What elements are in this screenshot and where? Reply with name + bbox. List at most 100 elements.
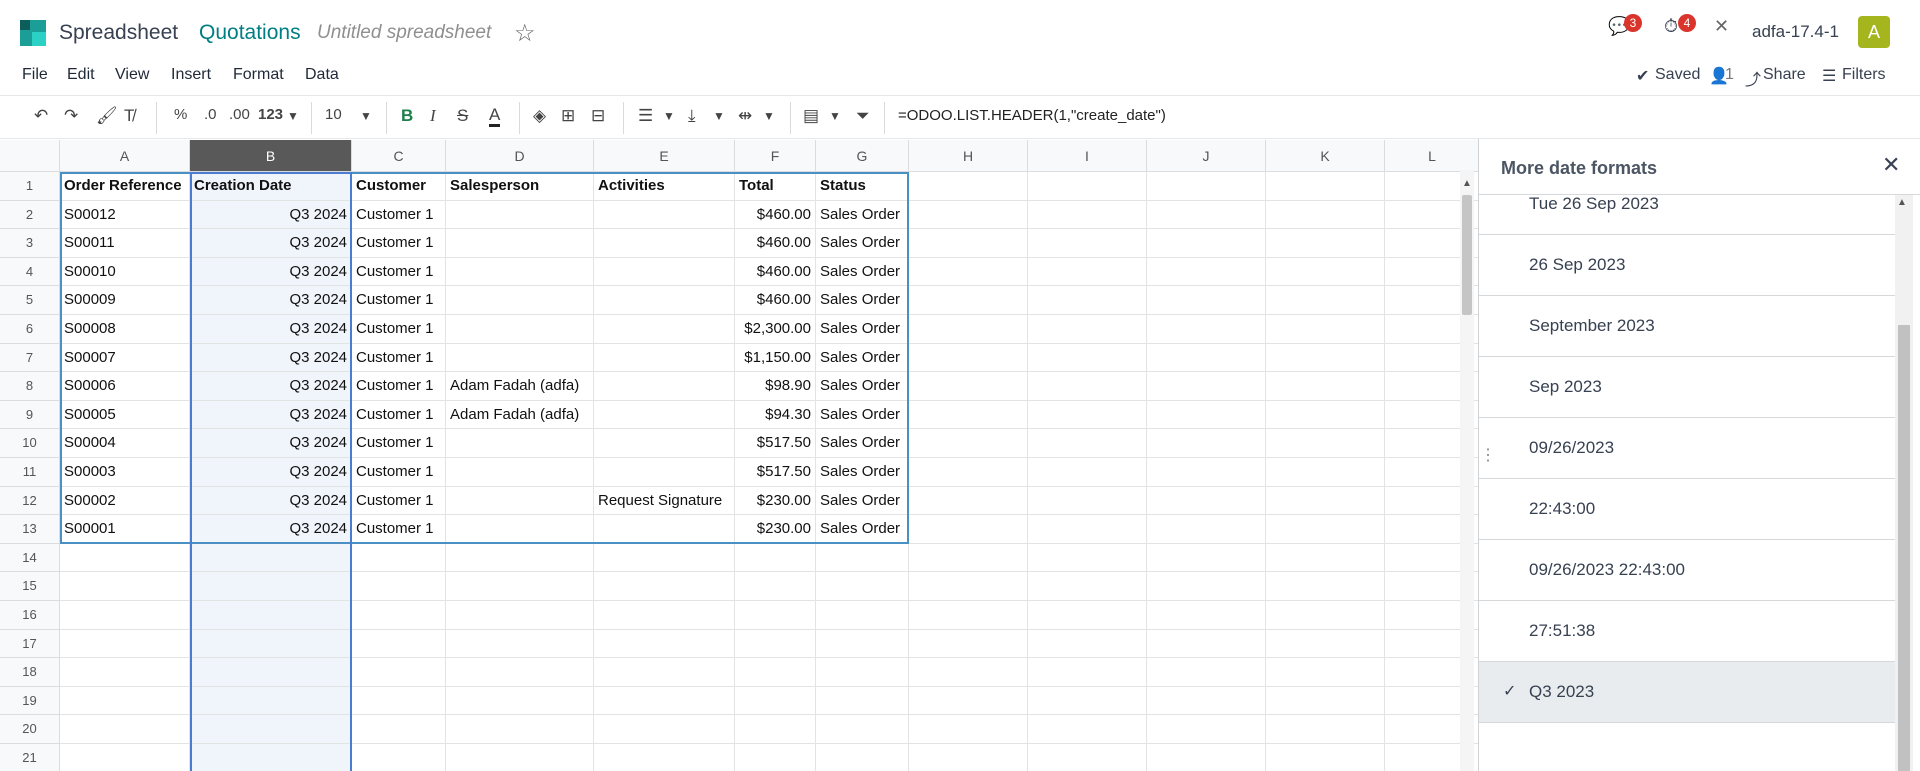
row-header[interactable]: 6 — [0, 315, 60, 344]
grid-cell[interactable] — [909, 744, 1028, 771]
date-format-option[interactable]: 09/26/2023 — [1479, 418, 1895, 479]
column-header-k[interactable]: K — [1266, 140, 1385, 172]
grid-cell[interactable] — [909, 172, 1028, 201]
grid-cell[interactable] — [1147, 515, 1266, 544]
grid-cell[interactable] — [1147, 315, 1266, 344]
row-header[interactable]: 5 — [0, 286, 60, 315]
grid-cell[interactable]: $460.00 — [735, 200, 816, 230]
grid-cell[interactable] — [1147, 257, 1266, 287]
grid-cell[interactable] — [735, 686, 816, 716]
grid-cell[interactable]: Q3 2024 — [190, 200, 352, 230]
grid-cell[interactable]: Adam Fadah (adfa) — [446, 372, 594, 401]
grid-cell[interactable] — [909, 315, 1028, 344]
grid-cell[interactable]: Q3 2024 — [190, 429, 352, 458]
grid-cell[interactable] — [1028, 515, 1147, 544]
grid-cell[interactable] — [60, 543, 190, 573]
grid-cell[interactable]: Q3 2024 — [190, 229, 352, 258]
grid-cell[interactable]: Sales Order — [816, 515, 909, 544]
grid-cell[interactable] — [1028, 429, 1147, 458]
grid-cell[interactable] — [446, 257, 594, 287]
redo-icon[interactable]: ↷ — [64, 106, 78, 126]
grid-cell[interactable] — [1266, 715, 1385, 744]
row-header[interactable]: 14 — [0, 543, 60, 573]
grid-cell[interactable]: $98.90 — [735, 372, 816, 401]
close-icon[interactable]: ✕ — [1882, 152, 1900, 178]
grid-cell[interactable] — [446, 744, 594, 771]
grid-cell[interactable] — [1147, 572, 1266, 601]
column-header-b[interactable]: B — [190, 140, 352, 172]
grid-cell[interactable] — [1266, 686, 1385, 716]
vertical-align-icon[interactable]: ⤓ — [688, 106, 696, 126]
chevron-down-icon[interactable]: ▼ — [763, 109, 775, 123]
grid-cell[interactable] — [352, 629, 446, 659]
grid-cell[interactable]: $1,150.00 — [735, 343, 816, 373]
grid-cell[interactable]: S00007 — [60, 343, 190, 373]
menu-edit[interactable]: Edit — [67, 66, 95, 84]
select-all-corner[interactable] — [0, 140, 60, 172]
grid-cell[interactable] — [60, 572, 190, 601]
grid-cell[interactable] — [190, 543, 352, 573]
grid-cell[interactable]: Sales Order — [816, 486, 909, 516]
grid-cell[interactable]: $94.30 — [735, 400, 816, 430]
grid-cell[interactable] — [1028, 744, 1147, 771]
chevron-down-icon[interactable]: ▼ — [663, 109, 675, 123]
grid-cell[interactable]: S00005 — [60, 400, 190, 430]
grid-cell[interactable]: Sales Order — [816, 200, 909, 230]
grid-cell[interactable]: Sales Order — [816, 429, 909, 458]
column-header-j[interactable]: J — [1147, 140, 1266, 172]
grid-cell[interactable] — [1266, 286, 1385, 315]
decrease-decimal-button[interactable]: .0 — [204, 106, 217, 123]
grid-cell[interactable] — [446, 458, 594, 487]
grid-cell[interactable] — [909, 372, 1028, 401]
grid-cell[interactable] — [1147, 458, 1266, 487]
grid-cell[interactable] — [909, 257, 1028, 287]
menu-data[interactable]: Data — [305, 66, 339, 84]
spreadsheet-grid[interactable]: A B C D E F G H I J K L 1 Order Reference Creation Dat… — [0, 140, 1480, 771]
favorite-star-icon[interactable]: ☆ — [514, 19, 536, 48]
row-header[interactable]: 11 — [0, 458, 60, 487]
grid-cell[interactable] — [352, 543, 446, 573]
grid-cell[interactable] — [816, 715, 909, 744]
grid-cell[interactable] — [446, 515, 594, 544]
row-header[interactable]: 20 — [0, 715, 60, 744]
menu-format[interactable]: Format — [233, 66, 284, 84]
grid-cell[interactable] — [1147, 629, 1266, 659]
grid-cell[interactable] — [1028, 400, 1147, 430]
grid-cell[interactable] — [594, 543, 735, 573]
grid-cell[interactable]: S00008 — [60, 315, 190, 344]
grid-cell[interactable] — [352, 572, 446, 601]
grid-cell[interactable] — [1147, 715, 1266, 744]
grid-cell[interactable] — [594, 629, 735, 659]
panel-scrollbar[interactable] — [1895, 195, 1913, 771]
grid-cell[interactable] — [909, 400, 1028, 430]
grid-cell[interactable] — [446, 229, 594, 258]
grid-cell[interactable] — [352, 658, 446, 687]
row-header[interactable]: 17 — [0, 629, 60, 659]
table-header-cell[interactable]: Order Reference — [60, 172, 190, 201]
app-name[interactable]: Spreadsheet — [59, 21, 178, 45]
grid-cell[interactable] — [1028, 315, 1147, 344]
row-header[interactable]: 13 — [0, 515, 60, 544]
date-format-option[interactable]: 26 Sep 2023 — [1479, 235, 1895, 296]
grid-cell[interactable] — [735, 629, 816, 659]
menu-insert[interactable]: Insert — [171, 66, 211, 84]
date-format-option[interactable]: 09/26/2023 22:43:00 — [1479, 540, 1895, 601]
grid-cell[interactable] — [1266, 257, 1385, 287]
grid-cell[interactable]: Sales Order — [816, 315, 909, 344]
grid-cell[interactable]: Sales Order — [816, 229, 909, 258]
grid-cell[interactable] — [594, 744, 735, 771]
grid-cell[interactable] — [446, 343, 594, 373]
text-color-icon[interactable]: A — [489, 106, 501, 127]
grid-cell[interactable] — [1266, 200, 1385, 230]
grid-cell[interactable] — [1266, 229, 1385, 258]
undo-icon[interactable]: ↶ — [34, 106, 48, 126]
column-header-a[interactable]: A — [60, 140, 190, 172]
grid-cell[interactable] — [735, 543, 816, 573]
grid-cell[interactable] — [909, 486, 1028, 516]
grid-cell[interactable] — [1266, 629, 1385, 659]
grid-cell[interactable] — [909, 429, 1028, 458]
grid-cell[interactable] — [1147, 200, 1266, 230]
grid-cell[interactable] — [1028, 572, 1147, 601]
grid-cell[interactable]: Q3 2024 — [190, 372, 352, 401]
chevron-down-icon[interactable]: ▼ — [287, 109, 299, 123]
